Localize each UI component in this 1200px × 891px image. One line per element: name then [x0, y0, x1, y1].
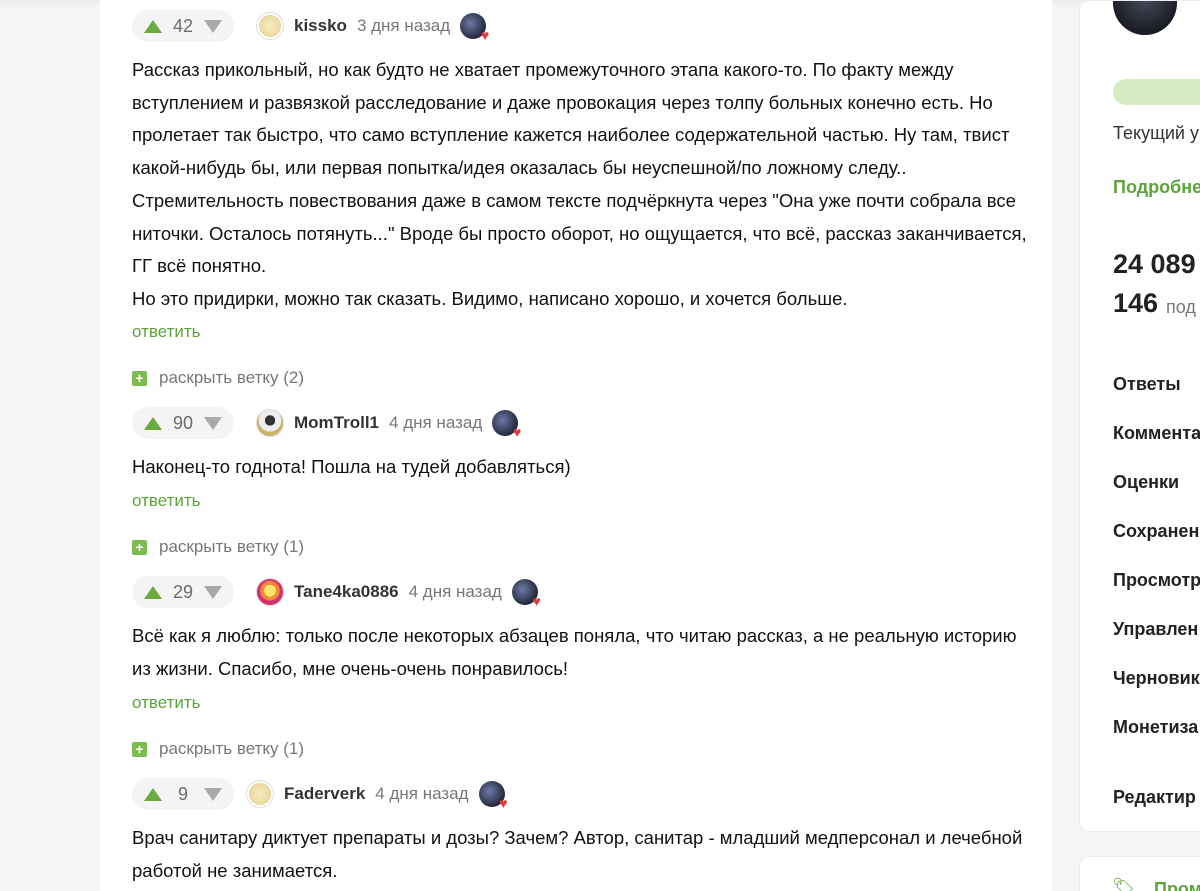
vote-count: 90: [172, 412, 194, 433]
comment-time[interactable]: 4 дня назад: [389, 413, 482, 433]
comment-text: Рассказ прикольный, но как будто не хват…: [132, 54, 1032, 316]
downvote-icon[interactable]: [204, 585, 222, 599]
promo-card: 🏷 Пром: [1079, 856, 1200, 891]
author-name[interactable]: Faderverk: [284, 784, 365, 804]
comment-body: Всё как я люблю: только после некоторых …: [132, 625, 1017, 679]
profile-sidebar: Текущий у Подробне 24 089 146 под Ответы…: [1079, 0, 1200, 832]
promo-link[interactable]: Пром: [1154, 879, 1200, 891]
downvote-icon[interactable]: [204, 19, 222, 33]
comment-header: Faderverk 4 дня назад ♥: [246, 778, 508, 811]
reply-link[interactable]: ответить: [132, 322, 201, 342]
stat-subscribers-label: под: [1166, 297, 1196, 317]
plus-icon: +: [132, 741, 147, 757]
vote-count: 29: [172, 581, 194, 602]
award-badge-icon: ♥: [492, 410, 522, 440]
reply-link[interactable]: ответить: [132, 693, 201, 713]
heart-icon: ♥: [499, 795, 508, 811]
expand-thread-button[interactable]: + раскрыть ветку (1): [132, 537, 304, 557]
upvote-icon[interactable]: [144, 787, 162, 801]
avatar[interactable]: [256, 578, 284, 606]
stat-subscribers-value: 146: [1113, 288, 1159, 318]
comment-text: Врач санитару диктует препараты и дозы? …: [132, 822, 1032, 887]
avatar[interactable]: [256, 12, 284, 40]
avatar[interactable]: [246, 780, 274, 808]
menu-ratings[interactable]: Оценки: [1113, 472, 1179, 493]
reply-link[interactable]: ответить: [132, 491, 201, 511]
menu-views[interactable]: Просмотр: [1113, 570, 1200, 591]
comment-body-continued: Но это придирки, можно так сказать. Види…: [132, 287, 848, 309]
current-rating-label: Текущий у: [1113, 123, 1199, 143]
vote-count: 42: [172, 15, 194, 36]
plus-icon: +: [132, 539, 147, 555]
avatar[interactable]: [256, 409, 284, 437]
expand-thread-button[interactable]: + раскрыть ветку (2): [132, 368, 304, 388]
vote-count: 9: [177, 783, 188, 804]
vote-widget: 90: [132, 407, 234, 439]
menu-saved[interactable]: Сохранен: [1113, 521, 1199, 542]
expand-thread-label: раскрыть ветку (1): [159, 739, 305, 758]
menu-comments[interactable]: Коммента: [1113, 423, 1200, 444]
author-name[interactable]: MomTroll1: [294, 413, 379, 433]
menu-management[interactable]: Управлен: [1113, 619, 1198, 640]
award-badge-icon: ♥: [460, 13, 490, 43]
expand-thread-label: раскрыть ветку (2): [159, 368, 305, 387]
heart-icon: ♥: [532, 593, 541, 609]
expand-thread-button[interactable]: + раскрыть ветку (1): [132, 739, 304, 759]
comment-body: Наконец-то годнота! Пошла на тудей добав…: [132, 456, 571, 477]
upvote-icon[interactable]: [144, 19, 162, 33]
comment-text: Наконец-то годнота! Пошла на тудей добав…: [132, 451, 1032, 484]
stat-rating-value: 24 089: [1113, 249, 1196, 279]
comment-time[interactable]: 3 дня назад: [357, 16, 450, 36]
comment-header: Tane4ka0886 4 дня назад ♥: [256, 576, 541, 609]
comment-header: kissko 3 дня назад ♥: [256, 10, 490, 43]
menu-monetization[interactable]: Монетиза: [1113, 717, 1198, 738]
award-badge-icon: ♥: [511, 579, 541, 609]
heart-icon: ♥: [480, 27, 490, 43]
profile-avatar[interactable]: [1113, 1, 1177, 35]
downvote-icon[interactable]: [204, 416, 222, 430]
comment-time[interactable]: 4 дня назад: [375, 784, 468, 804]
heart-icon: ♥: [512, 424, 522, 440]
vote-widget: 42: [132, 10, 234, 42]
comments-panel: 42 kissko 3 дня назад ♥ Рассказ прикольн…: [100, 0, 1052, 891]
comment-body: Рассказ прикольный, но как будто не хват…: [132, 59, 1027, 277]
author-name[interactable]: Tane4ka0886: [294, 582, 399, 602]
downvote-icon[interactable]: [204, 787, 222, 801]
menu-edit[interactable]: Редактир: [1113, 787, 1196, 808]
comment-body: Врач санитару диктует препараты и дозы? …: [132, 827, 1023, 881]
expand-thread-label: раскрыть ветку (1): [159, 537, 305, 556]
upvote-icon[interactable]: [144, 416, 162, 430]
menu-drafts[interactable]: Черновик: [1113, 668, 1200, 689]
upvote-icon[interactable]: [144, 585, 162, 599]
menu-answers[interactable]: Ответы: [1113, 374, 1181, 395]
author-name[interactable]: kissko: [294, 16, 347, 36]
comment-text: Всё как я люблю: только после некоторых …: [132, 620, 1032, 685]
comment-header: MomTroll1 4 дня назад ♥: [256, 407, 522, 440]
vote-widget: 29: [132, 576, 234, 608]
rating-progress-bar: [1113, 79, 1200, 105]
award-badge-icon: ♥: [478, 781, 508, 811]
details-link[interactable]: Подробне: [1113, 177, 1200, 198]
comment-time[interactable]: 4 дня назад: [409, 582, 502, 602]
tag-icon: 🏷: [1112, 877, 1135, 891]
vote-widget: 9: [132, 778, 234, 810]
plus-icon: +: [132, 370, 147, 386]
